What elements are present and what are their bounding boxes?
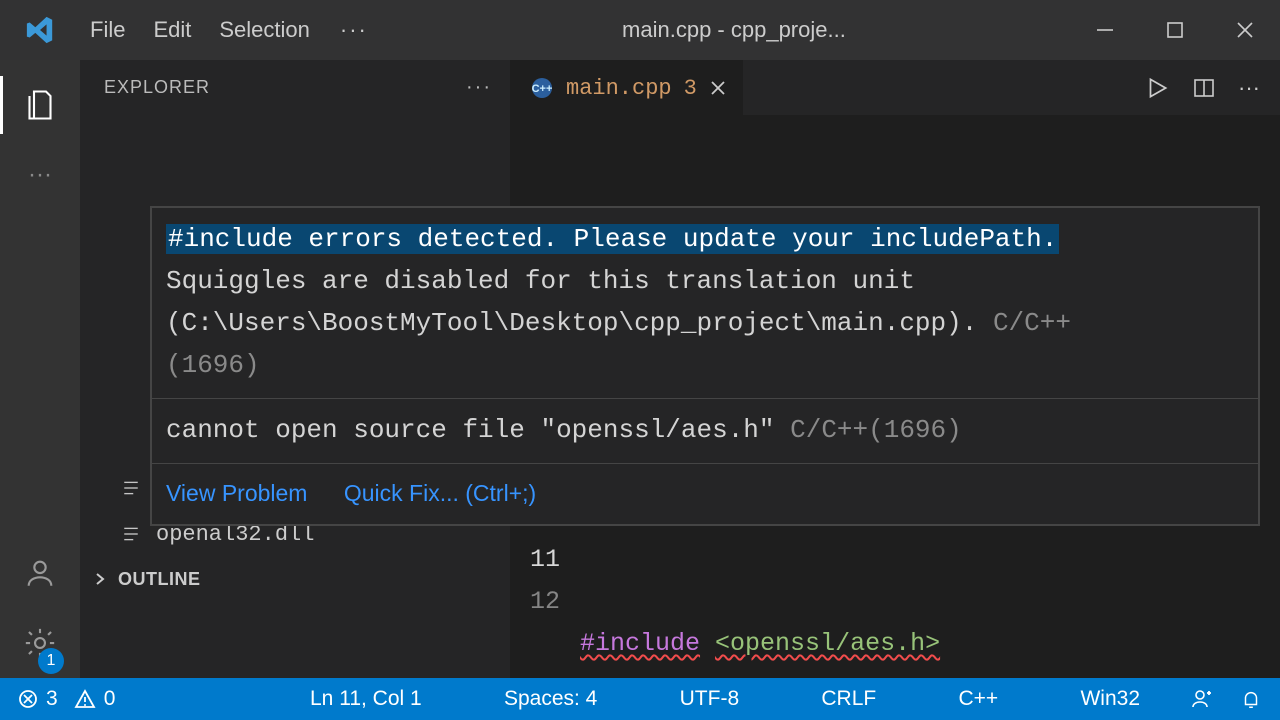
cpp-file-icon: C++ [530,76,554,100]
status-encoding[interactable]: UTF-8 [680,687,740,711]
view-problem-link[interactable]: View Problem [166,480,307,506]
error-icon[interactable] [18,689,38,709]
file-lines-icon [120,479,142,497]
status-bar: 3 0 Ln 11, Col 1 Spaces: 4 UTF-8 CRLF C+… [0,678,1280,720]
window-minimize-button[interactable] [1070,0,1140,60]
menu-selection[interactable]: Selection [219,17,310,43]
hover-message-highlight: #include errors detected. Please update … [166,224,1059,254]
error-count[interactable]: 3 [46,687,58,711]
tab-filename: main.cpp [566,76,672,101]
split-editor-icon[interactable] [1192,76,1216,100]
activity-more-icon[interactable]: ··· [0,140,80,210]
activity-settings-icon[interactable]: 1 [0,608,80,678]
window-close-button[interactable] [1210,0,1280,60]
hover-error-code: (1696) [166,344,1244,386]
tab-problem-count: 3 [684,76,697,101]
explorer-more-button[interactable]: ··· [466,76,492,99]
quick-fix-link[interactable]: Quick Fix... (Ctrl+;) [344,480,536,506]
notifications-icon[interactable] [1240,688,1262,710]
outline-label: OUTLINE [118,569,201,590]
chevron-right-icon [90,571,110,587]
warning-count[interactable]: 0 [104,687,116,711]
window-title: main.cpp - cpp_proje... [398,17,1070,43]
hover-message-line: Squiggles are disabled for this translat… [166,260,1244,302]
status-cursor-position[interactable]: Ln 11, Col 1 [310,687,422,711]
activity-explorer-icon[interactable] [0,70,80,140]
tab-close-button[interactable] [709,79,727,97]
warning-icon[interactable] [74,689,96,709]
feedback-icon[interactable] [1190,687,1214,711]
run-icon[interactable] [1144,75,1170,101]
status-language[interactable]: C++ [959,687,999,711]
menu-file[interactable]: File [90,17,125,43]
status-target[interactable]: Win32 [1080,687,1140,711]
menu-edit[interactable]: Edit [153,17,191,43]
settings-update-badge: 1 [38,648,64,674]
hover-message-line: (C:\Users\BoostMyTool\Desktop\cpp_projec… [166,302,1244,344]
window-maximize-button[interactable] [1140,0,1210,60]
editor-more-icon[interactable]: ··· [1238,75,1260,101]
problem-hover-tooltip: #include errors detected. Please update … [150,206,1260,526]
activity-account-icon[interactable] [0,538,80,608]
status-eol[interactable]: CRLF [821,687,876,711]
explorer-title: EXPLORER [104,77,210,98]
file-lines-icon [120,525,142,543]
menu-overflow[interactable]: ··· [310,17,398,43]
vscode-logo-icon [0,15,80,45]
title-bar: File Edit Selection ··· main.cpp - cpp_p… [0,0,1280,60]
svg-text:C++: C++ [532,83,553,95]
tab-bar: C++ main.cpp 3 ··· [510,60,1280,115]
hover-message-line: cannot open source file "openssl/aes.h" … [166,409,1244,451]
outline-section[interactable]: OUTLINE [80,557,510,601]
activity-bar: ··· 1 [0,60,80,678]
status-indentation[interactable]: Spaces: 4 [504,687,597,711]
editor-tab[interactable]: C++ main.cpp 3 [510,60,743,115]
